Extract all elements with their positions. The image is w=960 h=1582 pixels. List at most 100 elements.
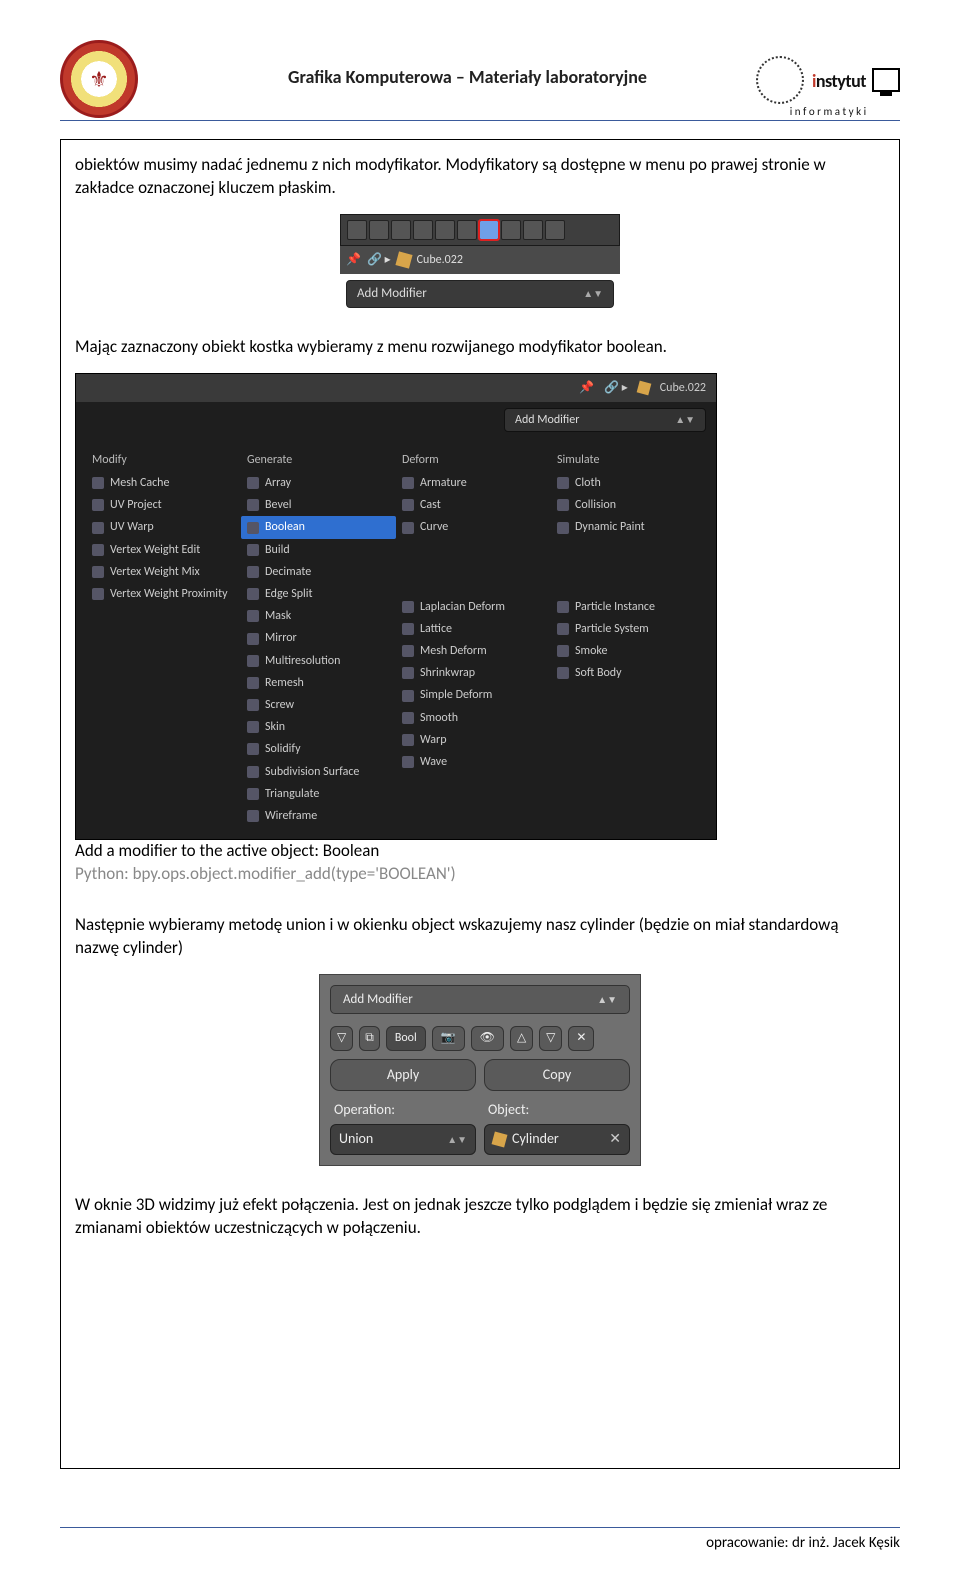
university-logo: ⚜ (60, 40, 138, 118)
mod-screw[interactable]: Screw (241, 694, 396, 716)
move-down-button[interactable]: ▽ (539, 1026, 562, 1050)
operation-label: Operation: (330, 1101, 476, 1120)
mod-remesh[interactable]: Remesh (241, 672, 396, 694)
mod-triangulate[interactable]: Triangulate (241, 783, 396, 805)
cube-icon (636, 380, 651, 395)
object-name: Cube.022 (660, 380, 706, 396)
binary-ring-icon (756, 56, 804, 104)
mod-part-sys[interactable]: Particle System (551, 618, 706, 640)
col-generate: Generate Array Bevel Boolean Build Decim… (241, 448, 396, 827)
move-up-button[interactable]: △ (510, 1026, 533, 1050)
screenshot-properties-header: 📌 🔗 ▸ Cube.022 Add Modifier▲▼ (340, 214, 620, 308)
object-select[interactable]: Cylinder✕ (484, 1124, 630, 1155)
dropdown-arrows-icon: ▲▼ (675, 413, 695, 427)
mod-uv-project[interactable]: UV Project (86, 494, 241, 516)
tab-texture-icon[interactable] (545, 220, 565, 240)
dropdown-arrows-icon: ▲▼ (447, 1133, 467, 1147)
cube-icon (492, 1132, 508, 1148)
tab-world-icon[interactable] (413, 220, 433, 240)
mod-edge-split[interactable]: Edge Split (241, 583, 396, 605)
tab-layers-icon[interactable] (369, 220, 389, 240)
mod-vw-edit[interactable]: Vertex Weight Edit (86, 539, 241, 561)
tab-object-icon[interactable] (435, 220, 455, 240)
pin-icon[interactable]: 📌 (346, 252, 361, 268)
tab-constraints-icon[interactable] (457, 220, 477, 240)
col-modify: Modify Mesh Cache UV Project UV Warp Ver… (86, 448, 241, 827)
mod-mask[interactable]: Mask (241, 605, 396, 627)
properties-tab-bar (340, 214, 620, 246)
page-footer: opracowanie: dr inż. Jacek Kęsik (60, 1527, 900, 1552)
object-name: Cube.022 (417, 252, 463, 268)
mod-simple-deform[interactable]: Simple Deform (396, 684, 551, 706)
screenshot-modifier-menu: 📌 🔗 ▸ Cube.022 Add Modifier▲▼ Modify Mes… (75, 373, 885, 886)
paragraph-1: obiektów musimy nadać jednemu z nich mod… (75, 154, 885, 200)
mod-solidify[interactable]: Solidify (241, 738, 396, 760)
link-icon: 🔗 ▸ (367, 252, 391, 268)
mod-lattice[interactable]: Lattice (396, 618, 551, 640)
mod-subsurf[interactable]: Subdivision Surface (241, 761, 396, 783)
show-render-icon[interactable]: 📷 (432, 1026, 465, 1050)
monitor-icon (872, 68, 900, 92)
mod-lapl-deform[interactable]: Laplacian Deform (396, 596, 551, 618)
collapse-toggle[interactable]: ▽ (330, 1026, 353, 1050)
mod-wireframe[interactable]: Wireframe (241, 805, 396, 827)
mod-bevel[interactable]: Bevel (241, 494, 396, 516)
mod-cast[interactable]: Cast (396, 494, 551, 516)
mod-vw-mix[interactable]: Vertex Weight Mix (86, 561, 241, 583)
mod-soft-body[interactable]: Soft Body (551, 662, 706, 684)
mod-skin[interactable]: Skin (241, 716, 396, 738)
mod-mirror[interactable]: Mirror (241, 627, 396, 649)
delete-modifier-button[interactable]: ✕ (568, 1026, 594, 1050)
dropdown-arrows-icon: ▲▼ (583, 287, 603, 301)
clear-icon[interactable]: ✕ (609, 1130, 621, 1149)
mod-cloth[interactable]: Cloth (551, 472, 706, 494)
apply-button[interactable]: Apply (330, 1059, 476, 1092)
mod-build[interactable]: Build (241, 539, 396, 561)
tab-modifiers-wrench-icon[interactable] (479, 220, 499, 240)
paragraph-4: W oknie 3D widzimy już efekt połączenia.… (75, 1194, 885, 1240)
mod-multires[interactable]: Multiresolution (241, 650, 396, 672)
mod-mesh-deform[interactable]: Mesh Deform (396, 640, 551, 662)
object-label: Object: (484, 1101, 630, 1120)
mod-wave[interactable]: Wave (396, 751, 551, 773)
mod-smoke[interactable]: Smoke (551, 640, 706, 662)
mod-collision[interactable]: Collision (551, 494, 706, 516)
mod-warp[interactable]: Warp (396, 729, 551, 751)
col-simulate: Simulate Cloth Collision Dynamic Paint P… (551, 448, 706, 827)
mod-decimate[interactable]: Decimate (241, 561, 396, 583)
tab-material-icon[interactable] (523, 220, 543, 240)
mod-armature[interactable]: Armature (396, 472, 551, 494)
paragraph-3: Następnie wybieramy metodę union i w oki… (75, 914, 885, 960)
operation-select[interactable]: Union▲▼ (330, 1124, 476, 1155)
tab-data-icon[interactable] (501, 220, 521, 240)
cube-icon (395, 251, 412, 268)
breadcrumb-row: 📌 🔗 ▸ Cube.022 (340, 246, 620, 274)
mod-uv-warp[interactable]: UV Warp (86, 516, 241, 538)
show-viewport-icon[interactable]: 👁 (471, 1026, 504, 1050)
mod-array[interactable]: Array (241, 472, 396, 494)
mod-boolean[interactable]: Boolean (241, 516, 396, 538)
dropdown-arrows-icon: ▲▼ (597, 993, 617, 1007)
add-modifier-dropdown[interactable]: Add Modifier▲▼ (504, 408, 706, 432)
header-title: Grafika Komputerowa – Materiały laborato… (288, 66, 647, 92)
tab-render-icon[interactable] (347, 220, 367, 240)
mod-dyn-paint[interactable]: Dynamic Paint (551, 516, 706, 538)
modifier-name[interactable]: Bool (386, 1026, 426, 1050)
institute-subtitle: i n f o r m a t y k i (790, 105, 866, 118)
mod-mesh-cache[interactable]: Mesh Cache (86, 472, 241, 494)
tooltip: Add a modifier to the active object: Boo… (75, 840, 885, 886)
col-deform: Deform Armature Cast Curve Laplacian Def… (396, 448, 551, 827)
mod-vw-prox[interactable]: Vertex Weight Proximity (86, 583, 241, 605)
add-modifier-dropdown[interactable]: Add Modifier▲▼ (346, 280, 614, 308)
content-frame: obiektów musimy nadać jednemu z nich mod… (60, 139, 900, 1469)
pin-icon[interactable]: 📌 (579, 380, 594, 396)
mod-curve[interactable]: Curve (396, 516, 551, 538)
page-header: ⚜ Grafika Komputerowa – Materiały labora… (60, 40, 900, 121)
add-modifier-dropdown[interactable]: Add Modifier▲▼ (330, 985, 630, 1015)
tab-scene-icon[interactable] (391, 220, 411, 240)
mod-smooth[interactable]: Smooth (396, 707, 551, 729)
mod-part-inst[interactable]: Particle Instance (551, 596, 706, 618)
paragraph-2: Mając zaznaczony obiekt kostka wybieramy… (75, 336, 885, 359)
copy-button[interactable]: Copy (484, 1059, 630, 1092)
mod-shrinkwrap[interactable]: Shrinkwrap (396, 662, 551, 684)
